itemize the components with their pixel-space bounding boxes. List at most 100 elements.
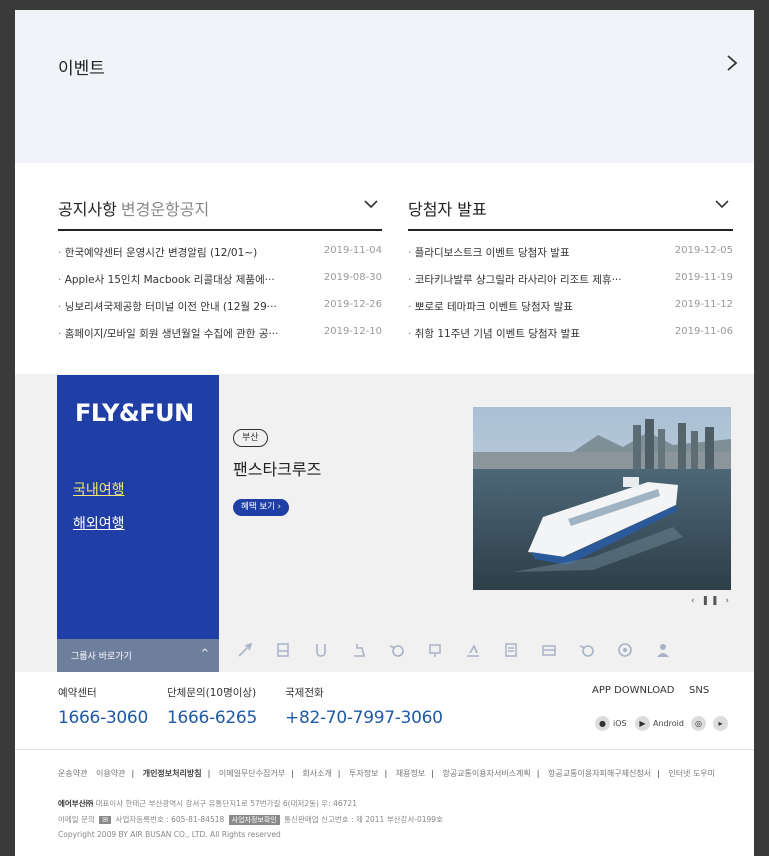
footer-link[interactable]: 회사소개 <box>302 769 331 778</box>
notice-item-date: 2019-12-26 <box>323 299 382 310</box>
footer-link[interactable]: 이메일무단수집거부 <box>219 769 285 778</box>
divider: | <box>207 769 211 778</box>
winner-item-title[interactable]: 취항 11주년 기념 이벤트 당첨자 발표 <box>408 326 580 341</box>
group-number[interactable]: 1666-6265 <box>167 708 257 728</box>
hotel-icon[interactable] <box>275 642 291 658</box>
winners-section: 당첨자 발표 플라디보스트크 이벤트 당첨자 발표 2019-12-05 코타키나… <box>408 193 733 347</box>
list-item[interactable]: 닝보리셔국제공항 터미널 이전 안내 (12월 29··· 2019-12-26 <box>58 293 382 320</box>
intl-number[interactable]: +82-70-7997-3060 <box>285 708 443 728</box>
notice-item-title[interactable]: 한국예약센터 운영시간 변경알림 (12/01~) <box>58 245 258 260</box>
winner-item-date: 2019-11-19 <box>674 272 733 283</box>
airplane-icon[interactable] <box>237 642 253 658</box>
ski-icon[interactable] <box>465 642 481 658</box>
mail-icon[interactable]: ✉ <box>99 816 112 824</box>
discount-icon[interactable] <box>617 642 633 658</box>
list-item[interactable]: 홈페이지/모바일 회원 생년월일 수집에 관한 공··· 2019-12-10 <box>58 320 382 347</box>
footer-link[interactable]: 투자정보 <box>349 769 378 778</box>
reservation-contact: 예약센터 1666-3060 <box>58 685 148 728</box>
tour-icon[interactable] <box>389 642 405 658</box>
golf-icon[interactable] <box>351 642 367 658</box>
notice-subtitle[interactable]: 변경운항공지 <box>121 200 209 219</box>
cruise-ship-image[interactable] <box>473 407 731 590</box>
business-info: 이메일 문의 ✉ 사업자등록번호 : 605-81-84518 사업자정보확인 … <box>58 814 443 825</box>
cruise-icon[interactable] <box>579 642 595 658</box>
reservation-number[interactable]: 1666-3060 <box>58 708 148 728</box>
list-item[interactable]: Apple사 15인치 Macbook 리콜대상 제품에··· 2019-08-3… <box>58 266 382 293</box>
reservation-label: 예약센터 <box>58 687 97 699</box>
footer: 운송약관 이용약관 | 개인정보처리방침 | 이메일무단수집거부 | 회사소개 | 투자… <box>15 751 754 856</box>
promo-name: 팬스타크루즈 <box>233 460 322 479</box>
list-item[interactable]: 코타키나발루 샹그릴라 라사리아 리조트 제휴··· 2019-11-19 <box>408 266 733 293</box>
events-section: 이벤트 <box>15 10 754 163</box>
events-title: 이벤트 <box>58 59 105 79</box>
chevron-right-icon[interactable] <box>721 52 743 74</box>
youtube-link[interactable]: ▸ <box>713 715 728 731</box>
email-inquiry-label: 이메일 문의 <box>58 815 95 824</box>
winners-title[interactable]: 당첨자 발표 <box>408 196 487 220</box>
intl-label: 국제전화 <box>285 687 324 699</box>
overseas-travel-link[interactable]: 해외여행 <box>73 513 125 533</box>
chevron-down-icon[interactable] <box>713 195 731 213</box>
list-item[interactable]: 뽀로로 테마파크 이벤트 당첨자 발표 2019-11-12 <box>408 293 733 320</box>
page: 이벤트 공지사항변경운항공지 한국예약센터 운영시간 변경알림 (12/01~)… <box>15 10 754 856</box>
region-badge: 부산 <box>233 429 268 447</box>
activity-icon[interactable] <box>427 642 443 658</box>
domestic-travel-link[interactable]: 국내여행 <box>73 479 125 499</box>
fly-fun-panel: FLY&FUN 국내여행 해외여행 그룹사 바로가기 ^ <box>57 375 219 672</box>
winners-list: 플라디보스트크 이벤트 당첨자 발표 2019-12-05 코타키나발루 샹그릴라… <box>408 239 733 347</box>
ticket-icon[interactable] <box>503 642 519 658</box>
notice-item-title[interactable]: 닝보리셔국제공항 터미널 이전 안내 (12월 29··· <box>58 299 277 314</box>
group-label: 단체문의(10명이상) <box>167 687 257 699</box>
ios-download[interactable]: ● iOS <box>595 715 627 731</box>
company-name: 에어부산㈜ <box>58 799 94 808</box>
notice-item-title[interactable]: Apple사 15인치 Macbook 리콜대상 제품에··· <box>58 272 275 287</box>
business-check-button[interactable]: 사업자정보확인 <box>228 815 280 825</box>
list-item[interactable]: 한국예약센터 운영시간 변경알림 (12/01~) 2019-11-04 <box>58 239 382 266</box>
benefit-button[interactable]: 혜택 보기 › <box>233 499 290 516</box>
divider: | <box>291 769 294 778</box>
winner-item-date: 2019-12-05 <box>674 245 733 256</box>
divider: | <box>337 769 341 778</box>
list-item[interactable]: 플라디보스트크 이벤트 당첨자 발표 2019-12-05 <box>408 239 733 266</box>
footer-link[interactable]: 이용약관 <box>96 769 125 778</box>
footer-link[interactable]: 인터넷 도우미 <box>668 769 715 778</box>
rental-icon[interactable] <box>313 642 329 658</box>
winners-header: 당첨자 발표 <box>408 193 733 231</box>
group-shortcut-label: 그룹사 바로가기 <box>71 652 132 662</box>
notice-list: 한국예약센터 운영시간 변경알림 (12/01~) 2019-11-04 Appl… <box>58 239 382 347</box>
package-icon[interactable] <box>541 642 557 658</box>
android-download[interactable]: ▶ Android <box>635 715 684 731</box>
fly-fun-title: FLY&FUN <box>75 399 194 427</box>
footer-links: 운송약관 이용약관 | 개인정보처리방침 | 이메일무단수집거부 | 회사소개 | 투자… <box>58 768 721 779</box>
sns-label: SNS <box>689 685 710 696</box>
travel-category-icons <box>233 638 733 666</box>
business-number: 사업자등록번호 : 605-81-84518 <box>115 815 225 824</box>
notice-title[interactable]: 공지사항 변경운항공지 <box>58 196 209 220</box>
apple-icon: ● <box>595 715 610 731</box>
play-icon: ▶ <box>635 715 650 731</box>
notice-item-date: 2019-12-10 <box>323 326 382 337</box>
divider: | <box>431 769 434 778</box>
footer-link[interactable]: 항공교통이용자피해구제신청서 <box>548 769 651 778</box>
chevron-down-icon[interactable] <box>362 195 380 213</box>
slide-controls[interactable]: ‹ ❚❚ › <box>691 596 731 606</box>
winner-item-title[interactable]: 코타키나발루 샹그릴라 라사리아 리조트 제휴··· <box>408 272 622 287</box>
footer-link[interactable]: 운송약관 <box>58 769 87 778</box>
notice-item-title[interactable]: 홈페이지/모바일 회원 생년월일 수집에 관한 공··· <box>58 326 279 341</box>
list-item[interactable]: 취항 11주년 기념 이벤트 당첨자 발표 2019-11-06 <box>408 320 733 347</box>
footer-link[interactable]: 채용정보 <box>396 769 425 778</box>
winner-item-title[interactable]: 플라디보스트크 이벤트 당첨자 발표 <box>408 245 570 260</box>
notice-title-text: 공지사항 <box>58 200 117 219</box>
guide-icon[interactable] <box>655 642 671 658</box>
footer-link[interactable]: 개인정보처리방침 <box>143 769 202 778</box>
company-address: 대표이사 한태근 부산광역시 강서구 유통단지1로 57번가길 6(대저2동) … <box>95 799 357 808</box>
notice-item-date: 2019-08-30 <box>323 272 382 283</box>
winner-item-date: 2019-11-12 <box>674 299 733 310</box>
group-contact: 단체문의(10명이상) 1666-6265 <box>167 685 257 728</box>
footer-link[interactable]: 항공교통이용자서비스계획 <box>442 769 530 778</box>
group-shortcut-button[interactable]: 그룹사 바로가기 ^ <box>57 639 219 672</box>
divider: | <box>536 769 540 778</box>
instagram-link[interactable]: ◎ <box>691 715 706 731</box>
winner-item-title[interactable]: 뽀로로 테마파크 이벤트 당첨자 발표 <box>408 299 573 314</box>
ios-label: iOS <box>613 718 627 728</box>
